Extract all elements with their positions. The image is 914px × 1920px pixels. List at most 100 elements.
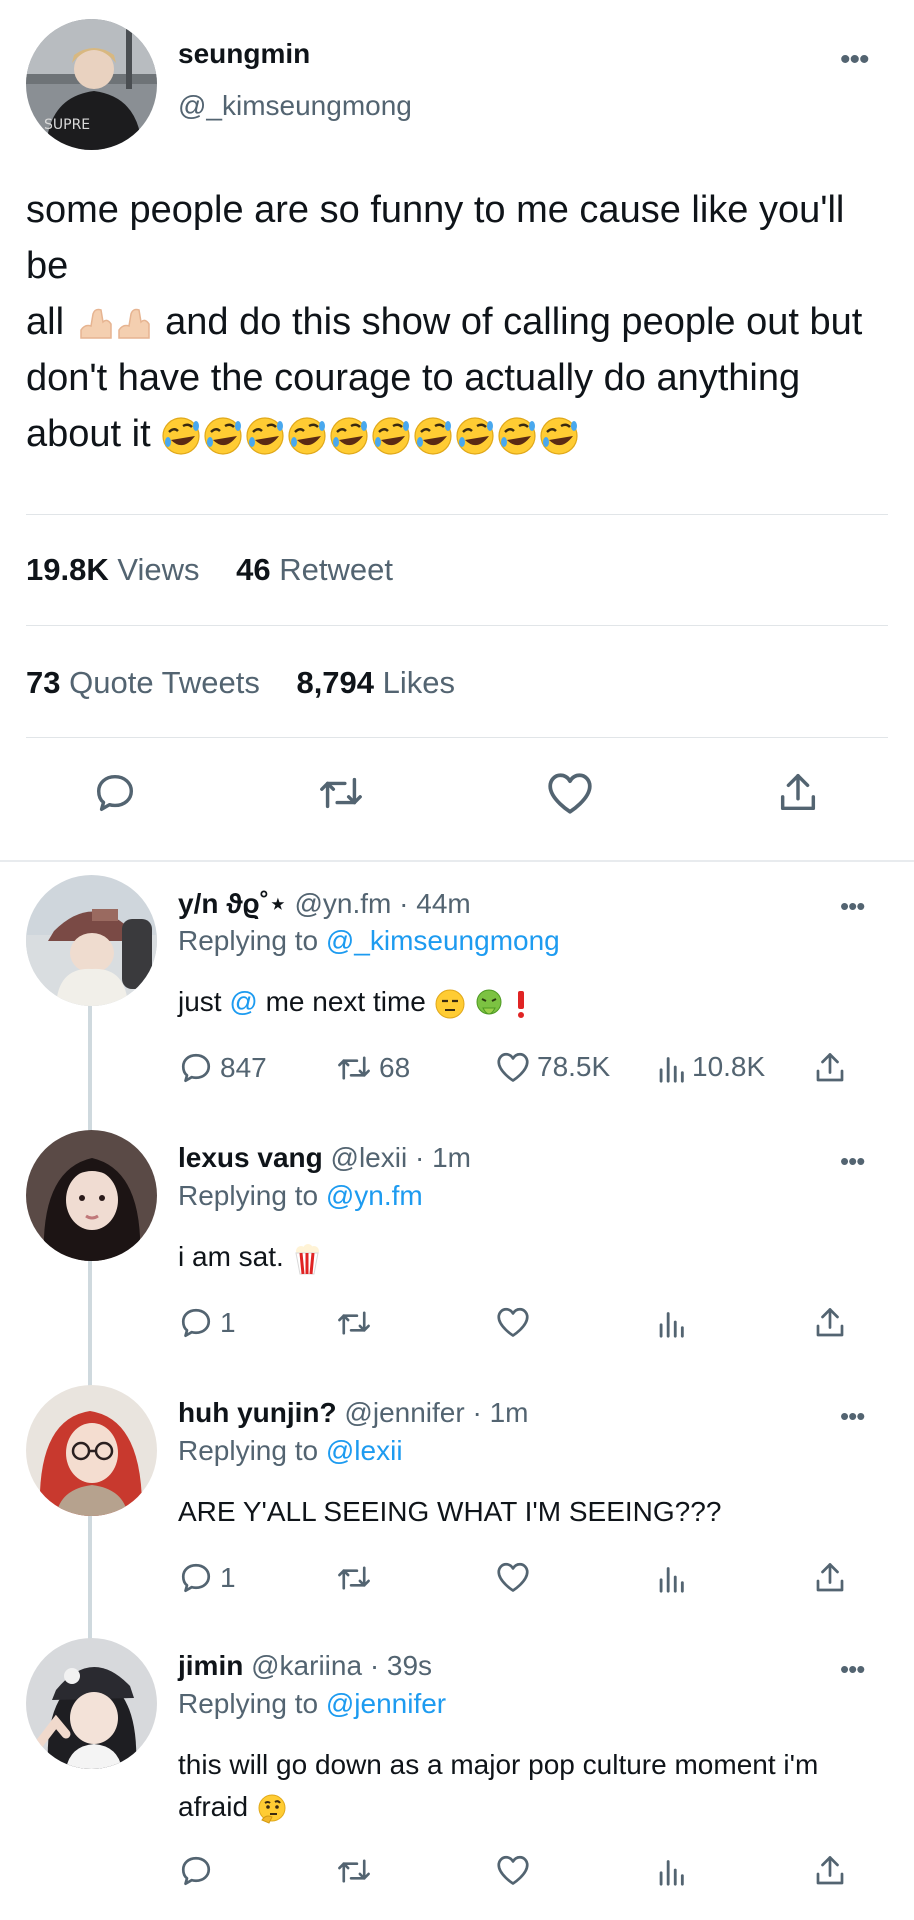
- reply-item[interactable]: lexus vang @lexii · 1m ••• Replying to @…: [0, 1130, 914, 1350]
- retweet-icon: [338, 1859, 370, 1883]
- reply-action-bar: 1: [0, 1560, 914, 1604]
- main-author-name[interactable]: seungmin: [178, 38, 310, 70]
- like-button[interactable]: [495, 1853, 531, 1887]
- retweet-icon: [338, 1311, 370, 1335]
- reply-action-bar: [0, 1853, 914, 1897]
- reply-header: y/n ϑϱ˚⋆ @yn.fm · 44m: [178, 887, 471, 920]
- reply-item[interactable]: y/n ϑϱ˚⋆ @yn.fm · 44m ••• Replying to @_…: [0, 875, 914, 1095]
- heart-icon: [497, 1307, 529, 1337]
- reply-timestamp: · 1m: [414, 1142, 471, 1173]
- share-button[interactable]: [812, 1853, 848, 1889]
- reply-action-bar: 847 68 78.5K 10.8K: [0, 1050, 914, 1094]
- more-dots-icon[interactable]: •••: [840, 1146, 865, 1177]
- avatar[interactable]: [26, 875, 157, 1006]
- main-author-handle[interactable]: @_kimseungmong: [178, 90, 412, 122]
- reply-timestamp: · 1m: [472, 1397, 529, 1428]
- reply-header: huh yunjin? @jennifer · 1m: [178, 1397, 528, 1429]
- tweet-text-line: some people are so funny to me cause lik…: [26, 189, 845, 287]
- views-stat[interactable]: 19.8K Views: [26, 552, 200, 587]
- speech-bubble-icon[interactable]: [92, 770, 138, 816]
- retweet-button[interactable]: [335, 1853, 373, 1889]
- speech-bubble-icon: [181, 1563, 211, 1593]
- reply-action-bar: 1: [0, 1305, 914, 1349]
- more-dots-icon[interactable]: •••: [840, 1401, 865, 1432]
- retweet-button[interactable]: [335, 1305, 373, 1341]
- views-button[interactable]: [656, 1305, 686, 1339]
- like-count: 78.5K: [537, 1051, 611, 1082]
- retweet-stat[interactable]: 46 Retweet: [236, 552, 393, 587]
- reply-text: i am sat.: [178, 1236, 878, 1278]
- tweet-text-line: all and do this show of calling people o…: [26, 301, 863, 343]
- replying-to-link[interactable]: @yn.fm: [326, 1180, 423, 1211]
- divider: [26, 737, 888, 738]
- thinking-face-emoji: [256, 1793, 288, 1825]
- reply-author-name[interactable]: y/n ϑϱ˚⋆: [178, 888, 287, 919]
- views-button[interactable]: [656, 1853, 686, 1887]
- reply-author-handle[interactable]: @lexii: [331, 1142, 408, 1173]
- views-button[interactable]: [656, 1560, 686, 1594]
- reply-count: 1: [220, 1307, 236, 1338]
- retweet-button[interactable]: 68: [335, 1050, 410, 1086]
- share-button[interactable]: [812, 1050, 848, 1086]
- reply-button[interactable]: [178, 1853, 214, 1889]
- reply-button[interactable]: 1: [178, 1305, 236, 1341]
- reply-author-handle[interactable]: @yn.fm: [294, 888, 391, 919]
- share-button[interactable]: [812, 1305, 848, 1341]
- share-icon[interactable]: [775, 770, 821, 816]
- main-tweet: SUPRE seungmin @_kimseungmong ••• some p…: [0, 0, 914, 862]
- share-button[interactable]: [812, 1560, 848, 1596]
- avatar[interactable]: [26, 1130, 157, 1261]
- likes-stat[interactable]: 8,794 Likes: [296, 665, 455, 700]
- share-icon: [816, 1308, 844, 1337]
- replying-to-link[interactable]: @_kimseungmong: [326, 925, 560, 956]
- like-button[interactable]: 78.5K: [495, 1050, 610, 1084]
- reply-author-name[interactable]: huh yunjin?: [178, 1397, 337, 1428]
- divider: [26, 514, 888, 515]
- replying-to: Replying to @_kimseungmong: [178, 925, 560, 956]
- reply-button[interactable]: 1: [178, 1560, 236, 1596]
- avatar[interactable]: [26, 1385, 157, 1516]
- like-button[interactable]: [495, 1560, 531, 1594]
- reply-count: 847: [220, 1052, 267, 1083]
- reply-header: jimin @kariina · 39s: [178, 1650, 432, 1682]
- retweet-button[interactable]: [335, 1560, 373, 1596]
- main-tweet-text: some people are so funny to me cause lik…: [26, 182, 896, 462]
- reply-author-name[interactable]: jimin: [178, 1650, 243, 1681]
- retweet-icon[interactable]: [316, 770, 366, 816]
- reply-item[interactable]: jimin @kariina · 39s ••• Replying to @je…: [0, 1638, 914, 1908]
- unamused-face-emoji: [434, 988, 466, 1020]
- main-avatar[interactable]: SUPRE: [26, 19, 157, 150]
- section-divider: [0, 860, 914, 862]
- more-dots-icon[interactable]: •••: [840, 1654, 865, 1685]
- reply-timestamp: · 44m: [399, 888, 471, 919]
- heart-icon: [497, 1052, 529, 1082]
- replying-to: Replying to @yn.fm: [178, 1180, 423, 1211]
- heart-icon: [497, 1855, 529, 1885]
- reply-text: this will go down as a major pop culture…: [178, 1744, 878, 1828]
- reply-button[interactable]: 847: [178, 1050, 267, 1086]
- tweet-text-line: about it: [26, 406, 896, 462]
- quote-tweets-stat[interactable]: 73 Quote Tweets: [26, 665, 260, 700]
- reply-header: lexus vang @lexii · 1m: [178, 1142, 471, 1174]
- mention-link[interactable]: @: [229, 986, 257, 1017]
- retweet-count: 68: [379, 1052, 411, 1083]
- retweet-icon: [338, 1566, 370, 1590]
- reply-item[interactable]: huh yunjin? @jennifer · 1m ••• Replying …: [0, 1385, 914, 1605]
- avatar[interactable]: [26, 1638, 157, 1769]
- heart-icon[interactable]: [545, 770, 595, 816]
- divider: [26, 625, 888, 626]
- rolling-on-floor-laughing-emoji-row: [161, 414, 636, 458]
- more-dots-icon[interactable]: •••: [840, 891, 865, 922]
- replying-to-link[interactable]: @jennifer: [326, 1688, 446, 1719]
- stats-row-engagement: 73 Quote Tweets 8,794 Likes: [26, 665, 483, 701]
- replying-to-link[interactable]: @lexii: [326, 1435, 403, 1466]
- views-button[interactable]: 10.8K: [656, 1050, 765, 1084]
- bar-chart-icon: [659, 1312, 684, 1338]
- tweet-text-line: don't have the courage to actually do an…: [26, 357, 801, 399]
- more-dots-icon[interactable]: •••: [840, 45, 869, 75]
- reply-author-handle[interactable]: @jennifer: [344, 1397, 464, 1428]
- reply-author-name[interactable]: lexus vang: [178, 1142, 323, 1173]
- reply-author-handle[interactable]: @kariina: [251, 1650, 362, 1681]
- like-button[interactable]: [495, 1305, 531, 1339]
- svg-text:SUPRE: SUPRE: [44, 117, 90, 133]
